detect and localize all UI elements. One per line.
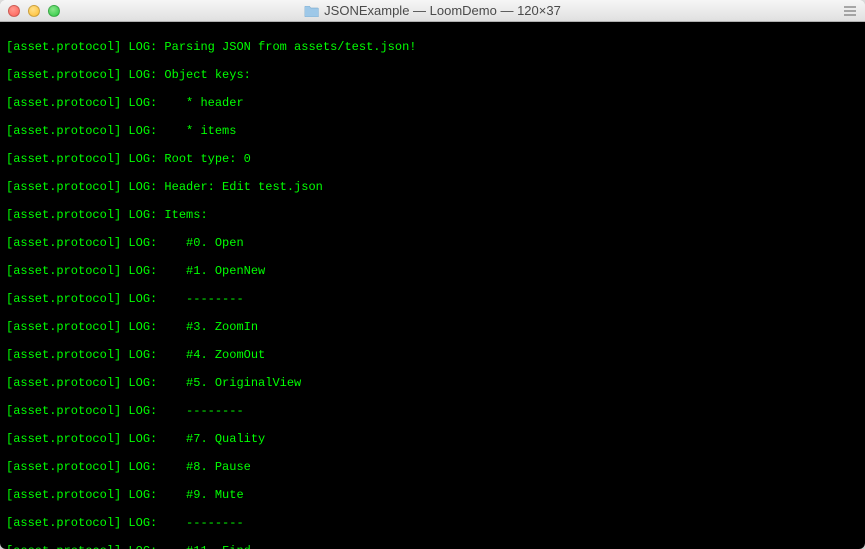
log-line: [asset.protocol] LOG: Root type: 0 bbox=[6, 152, 859, 166]
log-line: [asset.protocol] LOG: -------- bbox=[6, 292, 859, 306]
log-line: [asset.protocol] LOG: * header bbox=[6, 96, 859, 110]
log-line: [asset.protocol] LOG: #11. Find bbox=[6, 544, 859, 549]
zoom-icon[interactable] bbox=[48, 5, 60, 17]
close-icon[interactable] bbox=[8, 5, 20, 17]
log-line: [asset.protocol] LOG: Object keys: bbox=[6, 68, 859, 82]
window-title: JSONExample — LoomDemo — 120×37 bbox=[324, 3, 561, 18]
log-line: [asset.protocol] LOG: #1. OpenNew bbox=[6, 264, 859, 278]
minimize-icon[interactable] bbox=[28, 5, 40, 17]
traffic-lights bbox=[8, 5, 60, 17]
log-line: [asset.protocol] LOG: #5. OriginalView bbox=[6, 376, 859, 390]
log-line: [asset.protocol] LOG: #9. Mute bbox=[6, 488, 859, 502]
log-line: [asset.protocol] LOG: Header: Edit test.… bbox=[6, 180, 859, 194]
log-line: [asset.protocol] LOG: * items bbox=[6, 124, 859, 138]
log-line: [asset.protocol] LOG: #3. ZoomIn bbox=[6, 320, 859, 334]
log-line: [asset.protocol] LOG: #7. Quality bbox=[6, 432, 859, 446]
log-line: [asset.protocol] LOG: -------- bbox=[6, 516, 859, 530]
log-line: [asset.protocol] LOG: Parsing JSON from … bbox=[6, 40, 859, 54]
log-line: [asset.protocol] LOG: Items: bbox=[6, 208, 859, 222]
window-title-wrap: JSONExample — LoomDemo — 120×37 bbox=[304, 3, 561, 18]
titlebar[interactable]: JSONExample — LoomDemo — 120×37 bbox=[0, 0, 865, 22]
log-line: [asset.protocol] LOG: #8. Pause bbox=[6, 460, 859, 474]
terminal-output[interactable]: [asset.protocol] LOG: Parsing JSON from … bbox=[0, 22, 865, 549]
log-line: [asset.protocol] LOG: #4. ZoomOut bbox=[6, 348, 859, 362]
log-line: [asset.protocol] LOG: #0. Open bbox=[6, 236, 859, 250]
folder-icon bbox=[304, 5, 318, 16]
terminal-window: JSONExample — LoomDemo — 120×37 [asset.p… bbox=[0, 0, 865, 549]
log-line: [asset.protocol] LOG: -------- bbox=[6, 404, 859, 418]
menu-icon[interactable] bbox=[843, 4, 857, 18]
